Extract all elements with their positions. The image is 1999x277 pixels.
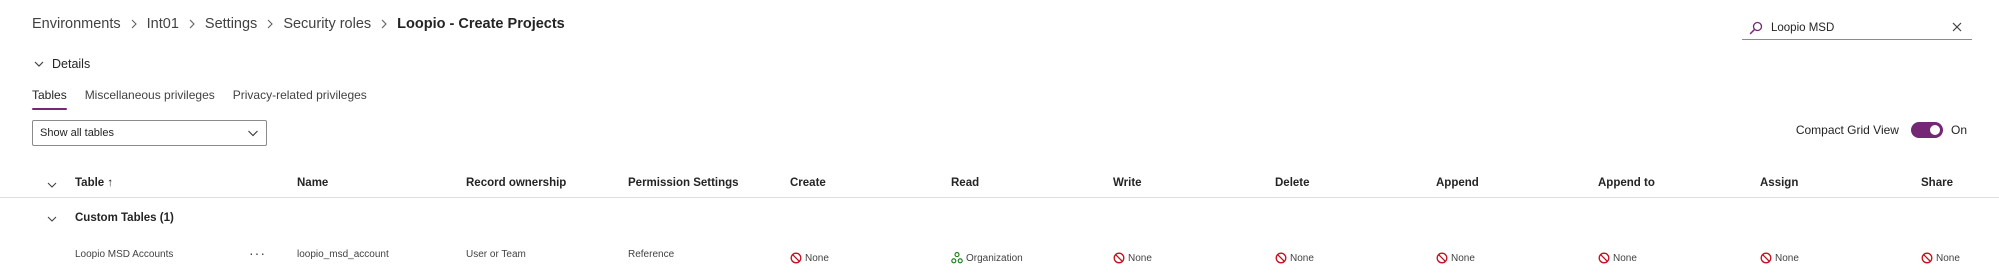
cell-create[interactable]: None [790, 252, 829, 264]
compact-grid-view: Compact Grid View On [1796, 121, 1967, 139]
chevron-down-icon[interactable] [45, 178, 59, 192]
column-header-append-to[interactable]: Append to [1598, 177, 1655, 189]
toggle-knob [1929, 125, 1940, 135]
compact-grid-view-toggle[interactable] [1910, 122, 1943, 138]
cell-read-value: Organization [966, 252, 1023, 264]
cell-create-value: None [805, 252, 829, 264]
column-header-append[interactable]: Append [1436, 177, 1479, 189]
column-header-assign[interactable]: Assign [1760, 177, 1798, 189]
chevron-down-icon [32, 57, 46, 71]
search-input[interactable] [1771, 21, 1941, 34]
tab-miscellaneous-privileges[interactable]: Miscellaneous privileges [85, 88, 215, 110]
compact-grid-view-label: Compact Grid View [1795, 123, 1899, 137]
table-row[interactable]: Loopio MSD Accounts ··· loopio_msd_accou… [0, 245, 1999, 271]
breadcrumb-int01[interactable]: Int01 [147, 16, 179, 32]
column-header-permission-settings[interactable]: Permission Settings [628, 177, 739, 189]
cell-share-value: None [1936, 252, 1960, 264]
breadcrumb-security-roles[interactable]: Security roles [283, 16, 371, 32]
chevron-right-icon [187, 19, 197, 29]
tab-privacy-related-privileges[interactable]: Privacy-related privileges [233, 88, 367, 110]
breadcrumb-current: Loopio - Create Projects [397, 16, 565, 32]
details-label: Details [52, 57, 91, 71]
cell-table: Loopio MSD Accounts [75, 249, 174, 260]
group-title: Custom Tables (1) [75, 212, 174, 224]
column-header-create[interactable]: Create [790, 177, 826, 189]
cell-delete-value: None [1290, 252, 1314, 264]
cell-assign[interactable]: None [1760, 252, 1799, 264]
chevron-right-icon [129, 19, 139, 29]
prohibited-icon [1921, 252, 1933, 264]
column-header-name[interactable]: Name [297, 177, 328, 189]
cell-name: loopio_msd_account [297, 249, 389, 260]
prohibited-icon [790, 252, 802, 264]
details-toggle[interactable]: Details [32, 55, 90, 73]
cell-permission-settings: Reference [628, 249, 675, 260]
cell-append-to-value: None [1613, 252, 1637, 264]
cell-append[interactable]: None [1436, 252, 1475, 264]
column-header-share[interactable]: Share [1921, 177, 1953, 189]
search-box [1742, 16, 1972, 40]
close-icon[interactable] [1950, 20, 1964, 34]
cell-assign-value: None [1775, 252, 1799, 264]
breadcrumb: Environments Int01 Settings Security rol… [32, 14, 565, 34]
table-filter-value: Show all tables [40, 127, 114, 139]
grid-header: Table ↑ Name Record ownership Permission… [0, 172, 1999, 198]
prohibited-icon [1275, 252, 1287, 264]
cell-read[interactable]: Organization [951, 252, 1023, 264]
more-options-icon[interactable]: ··· [249, 245, 266, 261]
breadcrumb-environments[interactable]: Environments [32, 16, 121, 32]
tab-tables[interactable]: Tables [32, 88, 67, 110]
chevron-down-icon [246, 126, 260, 140]
cell-share[interactable]: None [1921, 252, 1960, 264]
tab-list: Tables Miscellaneous privileges Privacy-… [32, 88, 385, 110]
prohibited-icon [1760, 252, 1772, 264]
search-icon [1749, 19, 1767, 37]
chevron-right-icon [379, 19, 389, 29]
organization-icon [951, 252, 963, 264]
chevron-right-icon [265, 19, 275, 29]
column-header-record-ownership[interactable]: Record ownership [466, 177, 566, 189]
cell-write-value: None [1128, 252, 1152, 264]
prohibited-icon [1436, 252, 1448, 264]
cell-append-value: None [1451, 252, 1475, 264]
chevron-down-icon[interactable] [45, 212, 59, 226]
column-header-read[interactable]: Read [951, 177, 979, 189]
group-header-custom-tables[interactable]: Custom Tables (1) [0, 207, 1999, 231]
cell-record-ownership: User or Team [466, 249, 526, 260]
table-filter-dropdown[interactable]: Show all tables [32, 120, 267, 146]
column-header-table[interactable]: Table ↑ [75, 177, 113, 189]
cell-write[interactable]: None [1113, 252, 1152, 264]
column-header-write[interactable]: Write [1113, 177, 1142, 189]
prohibited-icon [1598, 252, 1610, 264]
prohibited-icon [1113, 252, 1125, 264]
column-header-delete[interactable]: Delete [1275, 177, 1310, 189]
compact-grid-view-state: On [1950, 123, 1967, 137]
breadcrumb-settings[interactable]: Settings [205, 16, 257, 32]
cell-append-to[interactable]: None [1598, 252, 1637, 264]
cell-delete[interactable]: None [1275, 252, 1314, 264]
